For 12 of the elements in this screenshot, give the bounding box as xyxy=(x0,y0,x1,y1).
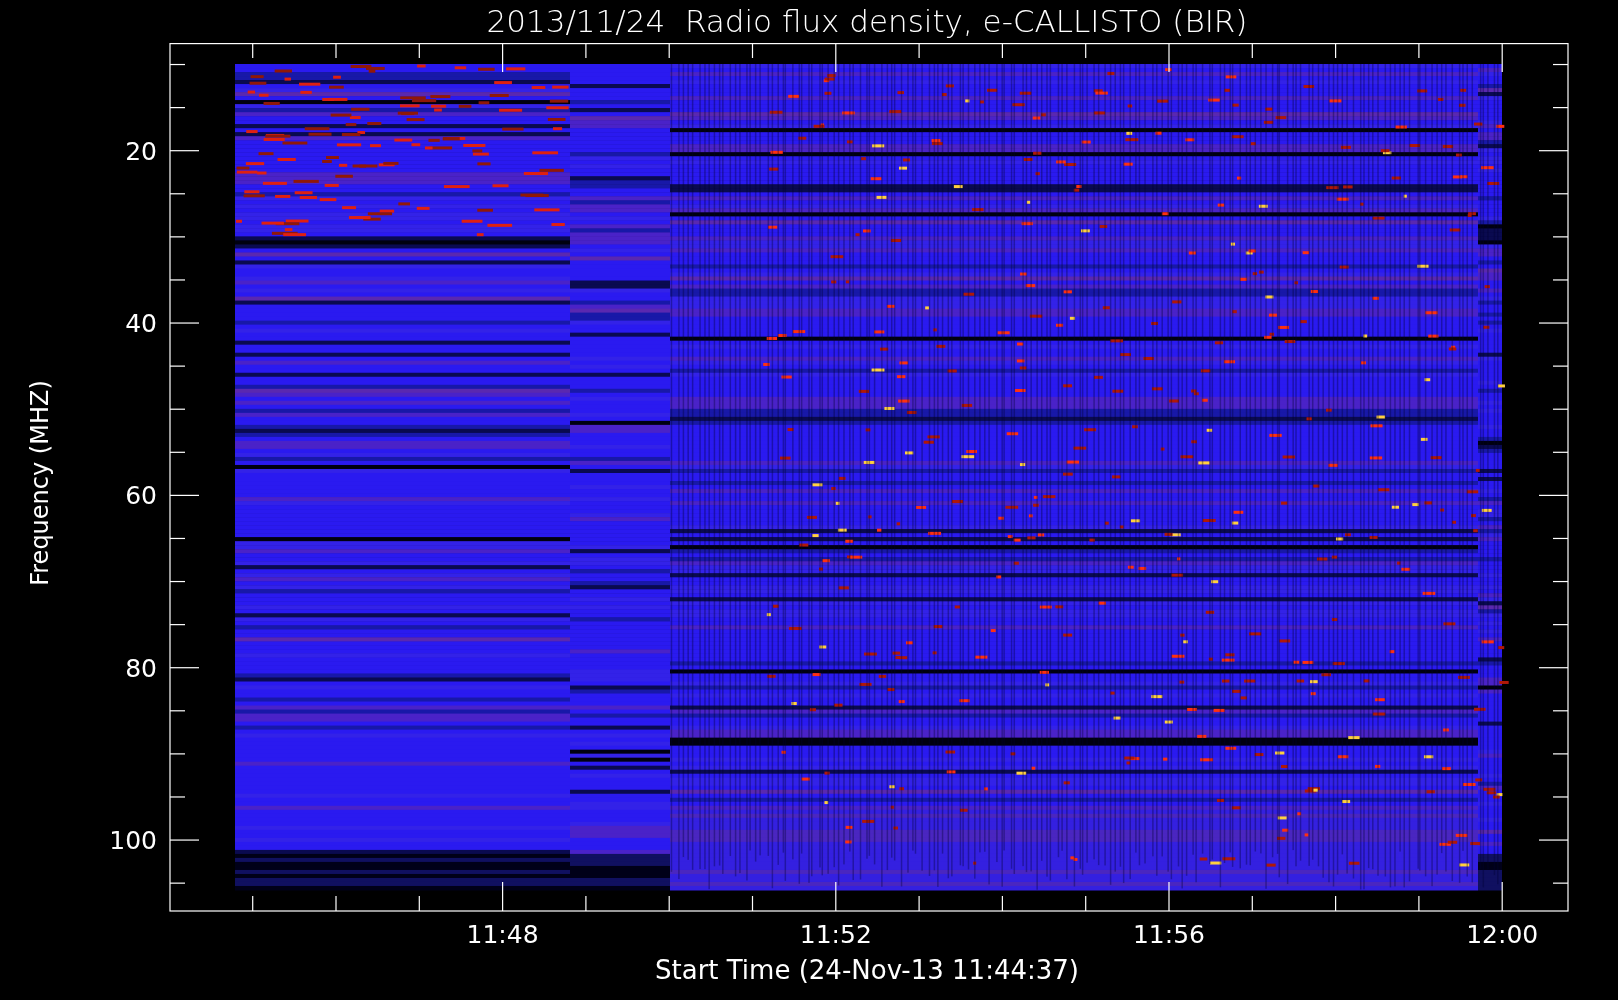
y-tick-label: 100 xyxy=(109,826,157,856)
y-axis-label: Frequency (MHZ) xyxy=(26,380,54,586)
x-tick-label: 11:56 xyxy=(1133,920,1205,949)
x-axis-label: Start Time (24-Nov-13 11:44:37) xyxy=(655,957,1079,983)
x-tick-label: 11:48 xyxy=(466,920,539,949)
chart-title: 2013/11/24 Radio flux density, e-CALLISTO (BIR) xyxy=(486,6,1248,37)
y-tick-label: 20 xyxy=(125,136,157,166)
x-tick-label: 12:00 xyxy=(1466,920,1539,949)
y-tick-label: 80 xyxy=(125,653,157,683)
y-tick-label: 60 xyxy=(125,481,157,511)
x-tick-label: 11:52 xyxy=(799,920,872,949)
y-tick-label: 40 xyxy=(125,309,157,339)
